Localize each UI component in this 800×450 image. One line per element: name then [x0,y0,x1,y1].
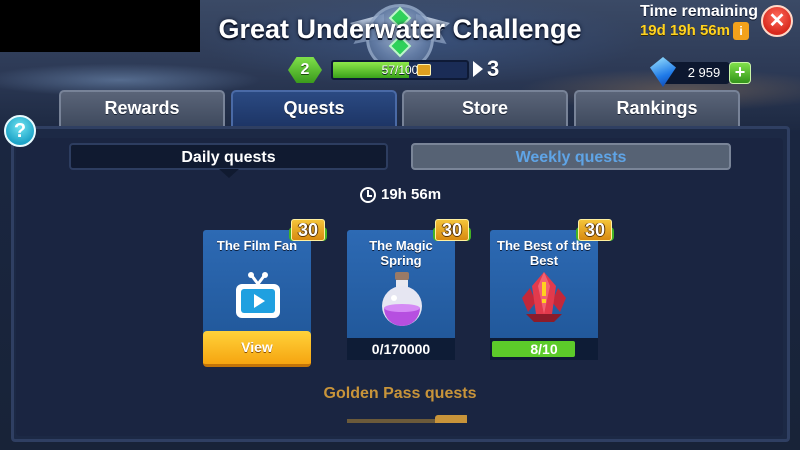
redacted-area [0,0,200,52]
tab-rankings[interactable]: Rankings [574,90,740,126]
golden-peek-badge [435,415,467,423]
add-diamonds-button[interactable]: + [729,62,751,84]
tv-icon [236,272,280,318]
reward-points: 30 [584,220,606,240]
quest-progress-text: 8/10 [530,341,558,357]
crystal-icon [522,272,566,322]
quest-progress: 0/170000 [347,338,455,360]
next-level: 3 [487,56,500,81]
diamond-count: 2 959 [687,65,721,80]
tab-rewards[interactable]: Rewards [59,90,225,126]
quest-progress: 8/10 [490,338,598,360]
golden-peek-bar [347,419,437,423]
quest-timer: 19h 56m [381,186,442,203]
daily-tab-pointer [219,169,239,178]
quest-reward-badge: 30 [289,219,327,243]
clock-icon [360,187,376,203]
quest-progress-text: 0/170000 [371,341,431,357]
chest-icon [417,64,431,76]
next-arrow-icon [473,61,483,77]
tab-daily-quests[interactable]: Daily quests [69,143,388,170]
page-title: Great Underwater Challenge [218,14,582,44]
potion-icon [382,272,422,326]
reward-points: 30 [297,220,319,240]
time-remaining-value: 19d 19h 56m [639,22,730,39]
tab-quests[interactable]: Quests [231,90,397,126]
current-level: 2 [300,61,310,78]
view-button[interactable]: View [203,331,311,367]
tab-weekly-quests[interactable]: Weekly quests [411,143,731,170]
level-progress-bar: 57/100 [331,60,469,80]
reward-points: 30 [441,220,463,240]
help-button[interactable]: ? [4,115,36,147]
close-button[interactable]: ✕ [761,5,793,37]
level-progress-text: 57/100 [381,63,419,77]
quest-reward-badge: 30 [433,219,471,243]
golden-pass-peek [347,413,467,423]
tab-store[interactable]: Store [402,90,568,126]
time-remaining-label: Time remaining [640,3,758,20]
info-button[interactable]: i [733,22,749,40]
golden-pass-section-title: Golden Pass quests [323,385,477,402]
quest-reward-badge: 30 [576,219,614,243]
